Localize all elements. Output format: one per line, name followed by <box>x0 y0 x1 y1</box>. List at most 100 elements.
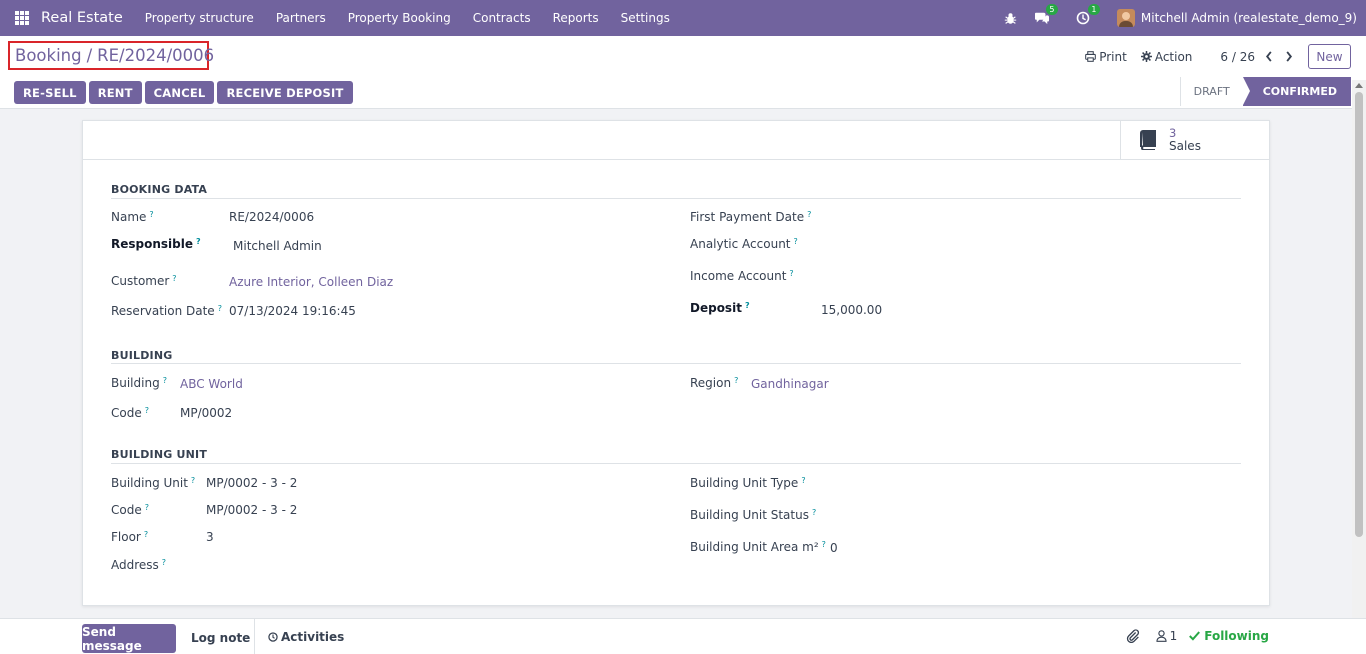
user-avatar[interactable] <box>1116 9 1135 27</box>
menu-property-structure[interactable]: Property structure <box>134 11 265 25</box>
address-label: Address? <box>111 558 167 572</box>
help-icon[interactable]: ? <box>789 269 793 278</box>
pager-value[interactable]: 6 / 26 <box>1220 50 1255 64</box>
menu-partners[interactable]: Partners <box>265 11 337 25</box>
help-icon[interactable]: ? <box>172 274 176 283</box>
rent-button[interactable]: RENT <box>88 81 142 104</box>
responsible-label: Responsible? <box>111 237 201 251</box>
deposit-label: Deposit? <box>690 301 750 315</box>
action-button[interactable]: Action <box>1140 50 1192 64</box>
apps-menu-icon[interactable] <box>15 11 29 25</box>
main-menu: Property structure Partners Property Boo… <box>134 11 681 25</box>
customer-link[interactable]: Azure Interior, Colleen Diaz <box>229 275 393 289</box>
form-sheet: 3 Sales BOOKING DATA Name? RE/2024/0006 … <box>82 120 1270 606</box>
followers-count: 1 <box>1169 629 1178 643</box>
chatter-bar: Send message Log note Activities 1 Follo… <box>0 618 1366 654</box>
following-button[interactable]: Following <box>1189 629 1269 643</box>
help-icon[interactable]: ? <box>822 540 826 549</box>
log-note-button[interactable]: Log note <box>191 631 250 645</box>
help-icon[interactable]: ? <box>149 210 153 219</box>
activities-clock-icon[interactable]: 1 <box>1076 4 1100 25</box>
user-menu[interactable]: Mitchell Admin (realestate_demo_9) <box>1141 11 1357 25</box>
menu-contracts[interactable]: Contracts <box>462 11 542 25</box>
following-label: Following <box>1204 629 1269 643</box>
reservation-date-field[interactable]: 07/13/2024 19:16:45 <box>229 304 356 318</box>
page-scrollbar[interactable] <box>1352 80 1366 618</box>
floor-label: Floor? <box>111 530 149 544</box>
top-navbar: Real Estate Property structure Partners … <box>0 0 1366 36</box>
help-icon[interactable]: ? <box>745 301 750 310</box>
status-draft[interactable]: DRAFT <box>1179 77 1243 106</box>
section-divider <box>111 363 1241 364</box>
help-icon[interactable]: ? <box>734 376 738 385</box>
header-action-buttons: RE-SELL RENT CANCEL RECEIVE DEPOSIT <box>14 81 353 104</box>
help-icon[interactable]: ? <box>794 237 798 246</box>
clock-icon <box>268 632 278 642</box>
messages-chat-icon[interactable]: 5 <box>1034 4 1058 25</box>
breadcrumb: Booking / RE/2024/0006 <box>8 41 214 70</box>
unit-code-value: MP/0002 - 3 - 2 <box>206 503 298 517</box>
send-message-button[interactable]: Send message <box>82 624 176 653</box>
building-unit-field[interactable]: MP/0002 - 3 - 2 <box>206 476 297 490</box>
chatter-divider <box>254 619 255 654</box>
unit-area-value: 0 <box>830 541 838 555</box>
help-icon[interactable]: ? <box>191 476 195 485</box>
building-unit-label: Building Unit? <box>111 476 196 490</box>
help-icon[interactable]: ? <box>812 508 816 517</box>
print-button[interactable]: Print <box>1085 50 1127 64</box>
activities-button[interactable]: Activities <box>268 630 344 644</box>
region-label: Region? <box>690 376 739 390</box>
help-icon[interactable]: ? <box>218 304 222 313</box>
help-icon[interactable]: ? <box>196 237 201 246</box>
debug-bug-icon[interactable] <box>1004 12 1017 25</box>
analytic-account-label: Analytic Account? <box>690 237 798 251</box>
breadcrumb-parent-link[interactable]: Booking <box>15 46 82 65</box>
section-building: BUILDING <box>111 349 173 362</box>
name-value[interactable]: RE/2024/0006 <box>229 210 314 224</box>
attachment-paperclip-icon[interactable] <box>1126 629 1140 643</box>
breadcrumb-separator: / <box>86 46 93 65</box>
pager-next-icon[interactable] <box>1285 51 1293 62</box>
sales-smart-button[interactable]: 3 Sales <box>1120 121 1269 159</box>
help-icon[interactable]: ? <box>162 558 166 567</box>
new-button[interactable]: New <box>1308 44 1351 69</box>
pager-previous-icon[interactable] <box>1265 51 1273 62</box>
menu-property-booking[interactable]: Property Booking <box>337 11 462 25</box>
menu-reports[interactable]: Reports <box>542 11 610 25</box>
gear-icon <box>1140 51 1152 62</box>
sales-label: Sales <box>1169 139 1201 153</box>
scroll-up-icon[interactable] <box>1355 83 1363 88</box>
print-label: Print <box>1099 49 1127 64</box>
chatter-right: 1 Following <box>1126 629 1269 643</box>
scrollbar-thumb[interactable] <box>1355 92 1363 537</box>
unit-status-label: Building Unit Status? <box>690 508 817 522</box>
cancel-button[interactable]: CANCEL <box>144 81 215 104</box>
help-icon[interactable]: ? <box>801 476 805 485</box>
unit-area-label: Building Unit Area m²? <box>690 540 826 554</box>
unit-code-label: Code? <box>111 503 149 517</box>
building-label: Building? <box>111 376 167 390</box>
activities-label: Activities <box>281 630 345 644</box>
receive-deposit-button[interactable]: RECEIVE DEPOSIT <box>217 81 353 104</box>
menu-settings[interactable]: Settings <box>610 11 681 25</box>
section-divider <box>111 198 1241 199</box>
control-panel: Booking / RE/2024/0006 Print Action 6 / … <box>0 36 1366 109</box>
check-icon <box>1189 631 1201 641</box>
help-icon[interactable]: ? <box>145 503 149 512</box>
app-brand[interactable]: Real Estate <box>41 10 123 26</box>
deposit-field[interactable]: 15,000.00 <box>821 303 882 317</box>
smart-button-box: 3 Sales <box>83 121 1269 160</box>
help-icon[interactable]: ? <box>144 530 148 539</box>
resell-button[interactable]: RE-SELL <box>14 81 86 104</box>
help-icon[interactable]: ? <box>145 406 149 415</box>
status-confirmed[interactable]: CONFIRMED <box>1242 77 1351 106</box>
section-booking-data: BOOKING DATA <box>111 183 208 196</box>
navbar-systray: 5 1 Mitchell Admin (realestate_demo_9) <box>1004 0 1366 36</box>
followers-button[interactable]: 1 <box>1156 629 1178 643</box>
help-icon[interactable]: ? <box>807 210 811 219</box>
building-link[interactable]: ABC World <box>180 377 243 391</box>
region-link[interactable]: Gandhinagar <box>751 377 829 391</box>
help-icon[interactable]: ? <box>163 376 167 385</box>
responsible-field[interactable]: Mitchell Admin <box>233 239 322 253</box>
building-code-value: MP/0002 <box>180 406 233 420</box>
